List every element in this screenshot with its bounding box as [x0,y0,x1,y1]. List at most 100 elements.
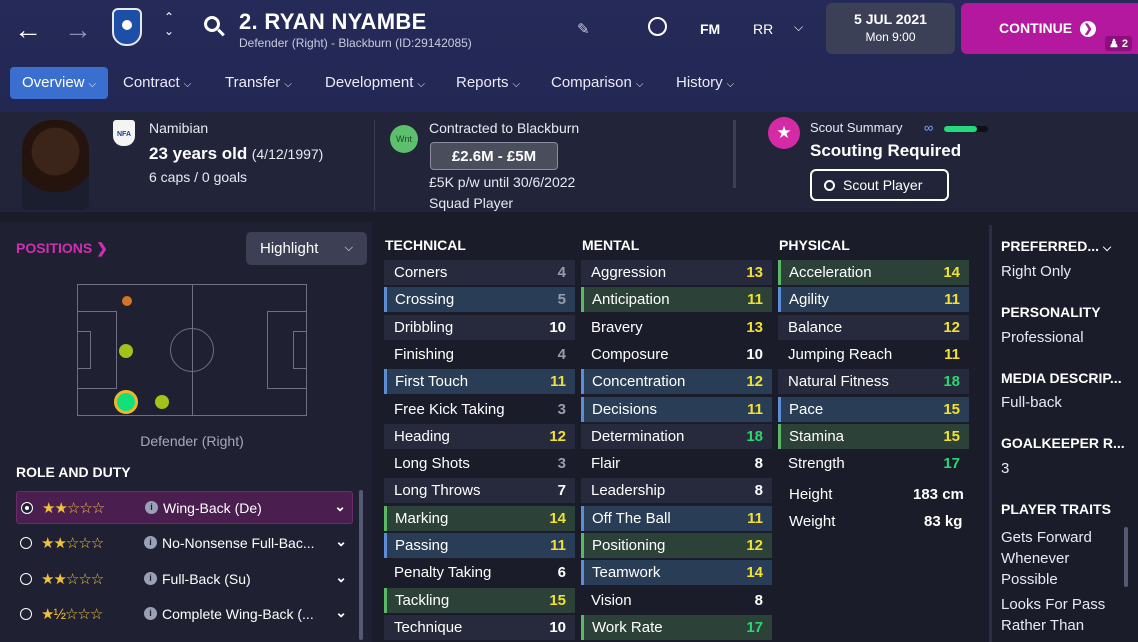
position-dot-rm[interactable] [119,344,133,358]
back-arrow-icon[interactable]: ← [14,16,42,44]
tab-contract[interactable]: Contract ⌵ [123,67,191,99]
tab-development[interactable]: Development ⌵ [325,67,425,99]
preferred-foot-title[interactable]: PREFERRED... ⌵ [1001,238,1111,255]
info-icon[interactable]: i [144,607,157,620]
scout-progress-fill [944,126,977,132]
date-display[interactable]: 5 JUL 2021 Mon 9:00 [826,3,955,54]
technical-attribute-row[interactable]: Passing 11 [384,533,575,558]
technical-attribute-row[interactable]: Penalty Taking 6 [384,560,575,585]
physical-attribute-row[interactable]: Stamina 15 [778,423,969,449]
continue-button[interactable]: CONTINUE ❯ ♟ 2 [961,3,1138,54]
radio-icon[interactable] [21,502,33,514]
mental-attribute-row[interactable]: Work Rate 17 [581,614,772,640]
mental-attribute-row[interactable]: Bravery 13 [581,315,772,340]
mental-attribute-row[interactable]: Composure 10 [581,342,772,367]
attribute-value: 15 [549,591,566,609]
physical-attribute-row[interactable]: Agility 11 [778,287,969,313]
tab-transfer[interactable]: Transfer ⌵ [225,67,292,99]
mental-attribute-row[interactable]: Decisions 11 [581,396,772,422]
technical-attribute-row[interactable]: Free Kick Taking 3 [384,397,575,422]
technical-attribute-row[interactable]: Corners 4 [384,260,575,285]
edit-pencil-icon[interactable]: ✎ [577,20,590,38]
traits-scrollbar[interactable] [1124,527,1128,587]
tab-history[interactable]: History ⌵ [676,67,734,99]
tab-comparison[interactable]: Comparison ⌵ [551,67,643,99]
weight-value: 83 kg [924,513,963,530]
role-item[interactable]: ★★☆☆☆ i Wing-Back (De) ⌄ [16,491,353,524]
highlight-dropdown[interactable]: Highlight ⌵ [246,232,367,265]
technical-attribute-row[interactable]: Marking 14 [384,505,575,531]
chevron-down-icon[interactable]: ⌄ [334,498,346,515]
chevron-down-icon[interactable]: ⌵ [794,20,803,35]
attribute-name: Finishing [394,345,455,363]
physical-attribute-row[interactable]: Strength 17 [778,451,969,476]
attribute-value: 10 [746,345,763,363]
attribute-name: Jumping Reach [788,345,893,363]
role-name: Full-Back (Su) [162,571,251,587]
technical-attribute-row[interactable]: First Touch 11 [384,369,575,395]
chevron-down-icon[interactable]: ⌄ [335,569,347,586]
technical-attribute-row[interactable]: Finishing 4 [384,342,575,367]
mental-attribute-row[interactable]: Off The Ball 11 [581,505,772,531]
physical-attribute-row[interactable]: Balance 12 [778,314,969,340]
info-icon[interactable]: i [144,536,157,549]
position-dot-rwb[interactable] [121,295,133,307]
rr-menu-button[interactable]: RR [753,21,773,37]
mental-attribute-row[interactable]: Vision 8 [581,588,772,613]
attribute-name: Work Rate [592,618,663,636]
tab-reports[interactable]: Reports ⌵ [456,67,520,99]
role-item[interactable]: ★★☆☆☆ i No-Nonsense Full-Bac... ⌄ [16,527,353,560]
tab-overview[interactable]: Overview ⌵ [10,67,108,99]
mental-attribute-row[interactable]: Aggression 13 [581,260,772,285]
chevron-down-icon[interactable]: ⌄ [335,604,347,621]
positions-title[interactable]: POSITIONS ❯ [16,240,108,257]
date-of-birth: (4/12/1997) [251,146,324,162]
scout-player-button[interactable]: Scout Player [810,169,949,201]
physical-attribute-row[interactable]: Acceleration 14 [778,260,969,285]
chevron-down-icon: ⌵ [635,79,644,90]
player-trait[interactable]: Looks For Pass Rather Than [1001,594,1111,636]
technical-attribute-row[interactable]: Long Shots 3 [384,451,575,476]
chevron-down-icon[interactable]: ⌄ [335,533,347,550]
wanted-badge-icon: Wnt [390,125,418,153]
radio-icon[interactable] [20,573,32,585]
technical-attribute-row[interactable]: Technique 10 [384,614,575,640]
mental-attribute-row[interactable]: Flair 8 [581,451,772,476]
player-name: 2. RYAN NYAMBE [239,9,427,34]
club-crest-icon[interactable] [112,8,142,46]
globe-icon[interactable] [648,17,667,36]
role-item[interactable]: ★½☆☆☆ i Complete Wing-Back (... ⌄ [16,598,353,631]
personality: Professional [1001,329,1084,346]
physical-attribute-row[interactable]: Natural Fitness 18 [778,369,969,395]
technical-attribute-row[interactable]: Long Throws 7 [384,478,575,504]
transfer-value[interactable]: £2.6M - £5M [430,142,558,170]
roles-scrollbar[interactable] [359,490,363,640]
position-dot-dc[interactable] [155,395,169,409]
mental-attribute-row[interactable]: Anticipation 11 [581,287,772,313]
player-trait[interactable]: Gets Forward Whenever Possible [1001,527,1111,590]
technical-attribute-row[interactable]: Tackling 15 [384,587,575,613]
physical-attribute-row[interactable]: Pace 15 [778,396,969,422]
radio-icon[interactable] [20,537,32,549]
chevron-down-icon: ⌵ [284,79,292,90]
position-name: Defender (Right) [140,433,244,449]
physical-attribute-row[interactable]: Jumping Reach 11 [778,342,969,367]
attribute-name: Bravery [591,318,643,336]
mental-attribute-row[interactable]: Determination 18 [581,423,772,449]
role-item[interactable]: ★★☆☆☆ i Full-Back (Su) ⌄ [16,563,353,596]
nfa-badge-icon[interactable]: NFA [113,120,135,146]
fm-menu-button[interactable]: FM [700,21,720,37]
player-switch-icon[interactable]: ⌃ ⌄ [162,10,176,38]
info-icon[interactable]: i [144,572,157,585]
technical-attribute-row[interactable]: Crossing 5 [384,287,575,313]
info-icon[interactable]: i [145,501,158,514]
technical-attribute-row[interactable]: Dribbling 10 [384,314,575,340]
mental-attribute-row[interactable]: Teamwork 14 [581,560,772,586]
forward-arrow-icon[interactable]: → [64,16,92,44]
position-dot-dr[interactable] [114,390,138,414]
mental-attribute-row[interactable]: Leadership 8 [581,478,772,504]
technical-attribute-row[interactable]: Heading 12 [384,423,575,449]
mental-attribute-row[interactable]: Concentration 12 [581,369,772,395]
mental-attribute-row[interactable]: Positioning 12 [581,533,772,558]
radio-icon[interactable] [20,608,32,620]
